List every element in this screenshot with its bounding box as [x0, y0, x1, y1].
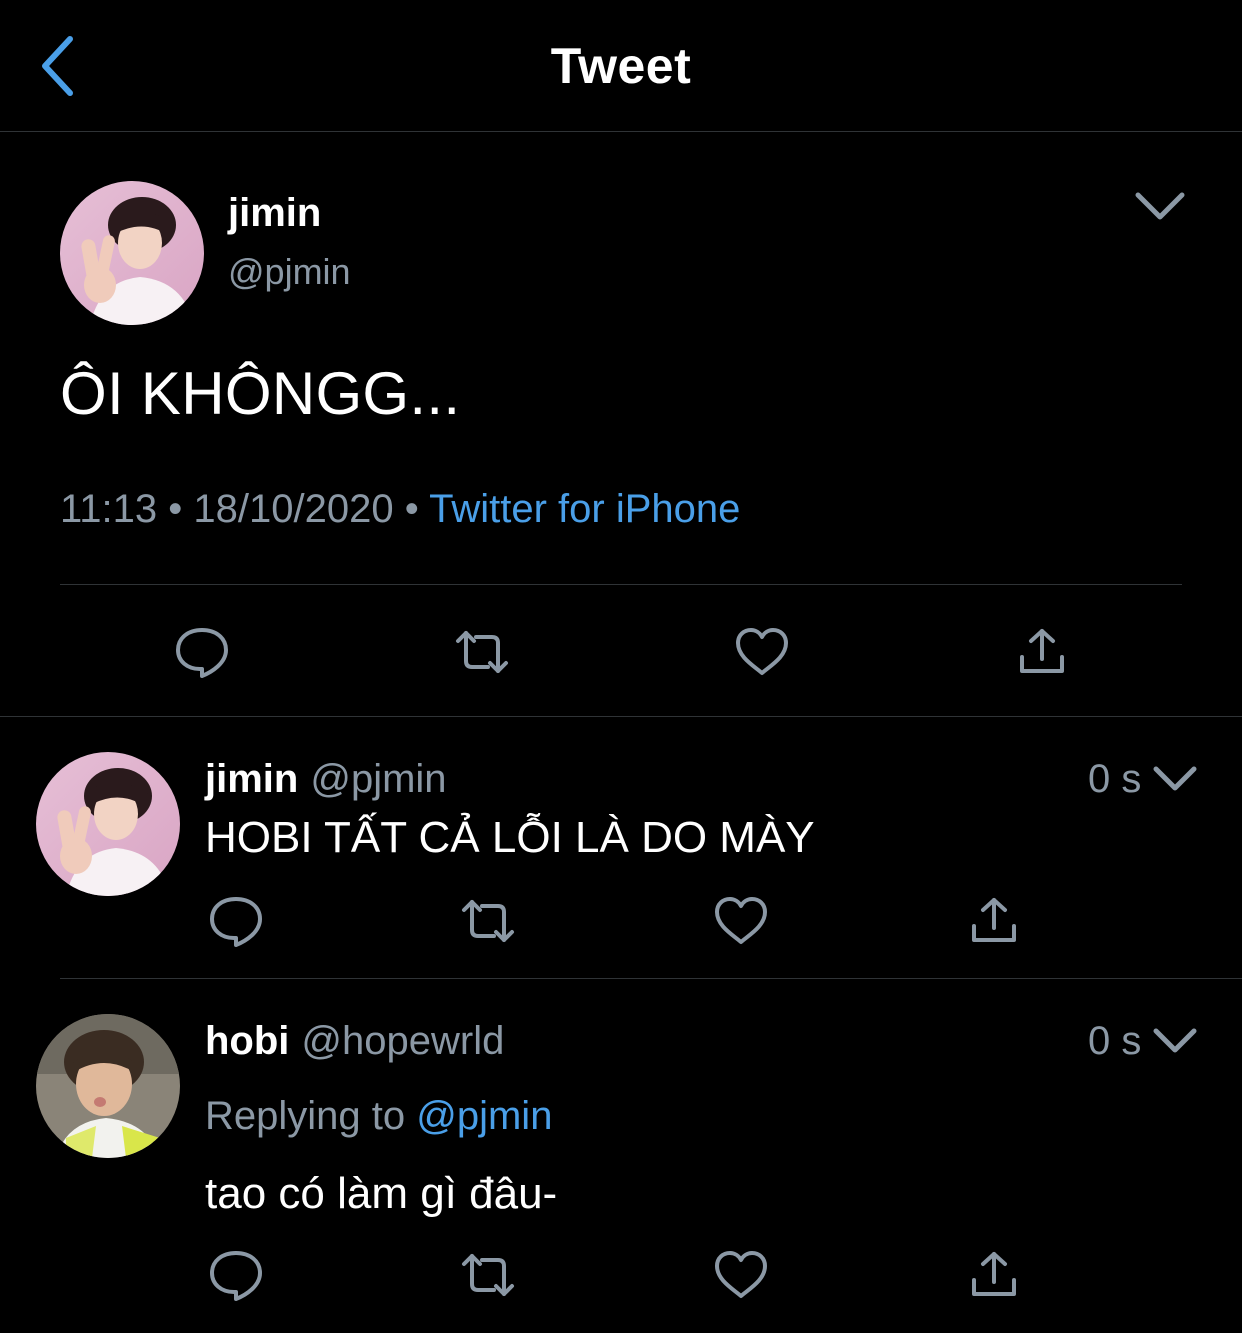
meta-separator: •	[404, 487, 419, 531]
tweet-date: 18/10/2020	[193, 487, 394, 531]
avatar[interactable]	[36, 752, 180, 896]
heart-icon	[715, 1251, 767, 1298]
tweet-source-link[interactable]: Twitter for iPhone	[429, 487, 740, 531]
page-title: Tweet	[550, 38, 692, 94]
main-tweet: jimin @pjmin ÔI KHÔNGG... 11:13 • 18/10/…	[0, 133, 1242, 717]
tweet-time: 11:13	[60, 487, 158, 531]
reply-button[interactable]	[204, 892, 268, 950]
replying-to-line: Replying to @pjmin	[205, 1090, 552, 1142]
chevron-down-icon	[1135, 192, 1185, 220]
top-nav-bar: Tweet	[0, 0, 1242, 132]
avatar[interactable]	[36, 1014, 180, 1158]
avatar[interactable]	[60, 181, 204, 325]
tweet-text: HOBI TẤT CẢ LỖI LÀ DO MÀY	[205, 813, 815, 862]
tweet-options-button[interactable]	[1132, 185, 1188, 225]
chevron-down-icon	[1153, 1028, 1197, 1053]
divider	[60, 978, 1242, 979]
tweet-options-button[interactable]	[1150, 1021, 1200, 1061]
tweet-text: ÔI KHÔNGG...	[60, 360, 461, 427]
profile-photo-jimin	[36, 752, 180, 896]
divider	[60, 584, 1182, 585]
tweet-timestamp: 0 s	[1088, 757, 1142, 801]
retweet-icon	[462, 900, 514, 942]
mention-link[interactable]: @pjmin	[416, 1094, 552, 1138]
tweet-detail-screen: Tweet jimin @pjmin ÔI KHÔNGG... 11:13 • …	[0, 0, 1242, 1333]
retweet-icon	[462, 1254, 514, 1296]
tweet-text: tao có làm gì đâu-	[205, 1169, 558, 1218]
profile-photo-hobi	[36, 1014, 180, 1158]
share-button[interactable]	[1010, 623, 1074, 681]
chevron-down-icon	[1153, 766, 1197, 791]
retweet-button[interactable]	[450, 623, 514, 681]
reply-button[interactable]	[170, 623, 234, 681]
reply-tweet[interactable]: jimin @pjmin 0 s HOBI TẤT CẢ LỖI LÀ DO MÀ…	[0, 718, 1242, 979]
replying-to-label: Replying to	[205, 1094, 406, 1138]
username-handle[interactable]: @hopewrld	[301, 1019, 504, 1063]
retweet-icon	[456, 631, 508, 673]
reply-button[interactable]	[204, 1246, 268, 1304]
display-name[interactable]: jimin	[205, 757, 298, 801]
retweet-button[interactable]	[456, 1246, 520, 1304]
share-icon	[1020, 629, 1064, 673]
like-button[interactable]	[709, 1246, 773, 1304]
share-icon	[972, 1252, 1016, 1296]
profile-photo-jimin	[60, 181, 204, 325]
username-handle[interactable]: @pjmin	[310, 757, 446, 801]
reply-tweet[interactable]: hobi @hopewrld 0 s Replying to @pjmin tao…	[0, 980, 1242, 1333]
tweet-options-button[interactable]	[1150, 759, 1200, 799]
tweet-timestamp: 0 s	[1088, 1019, 1142, 1063]
retweet-button[interactable]	[456, 892, 520, 950]
share-icon	[972, 898, 1016, 942]
share-button[interactable]	[962, 892, 1026, 950]
like-button[interactable]	[730, 623, 794, 681]
share-button[interactable]	[962, 1246, 1026, 1304]
meta-separator: •	[168, 487, 183, 531]
heart-icon	[736, 628, 788, 675]
reply-header: hobi @hopewrld	[205, 1015, 504, 1067]
heart-icon	[715, 897, 767, 944]
reply-header: jimin @pjmin	[205, 753, 447, 805]
reply-icon	[210, 1251, 262, 1301]
like-button[interactable]	[709, 892, 773, 950]
tweet-meta: 11:13 • 18/10/2020 • Twitter for iPhone	[60, 483, 740, 535]
reply-icon	[176, 628, 228, 678]
display-name[interactable]: hobi	[205, 1019, 289, 1063]
display-name[interactable]: jimin	[228, 187, 321, 239]
username-handle[interactable]: @pjmin	[228, 249, 351, 295]
reply-icon	[210, 897, 262, 947]
